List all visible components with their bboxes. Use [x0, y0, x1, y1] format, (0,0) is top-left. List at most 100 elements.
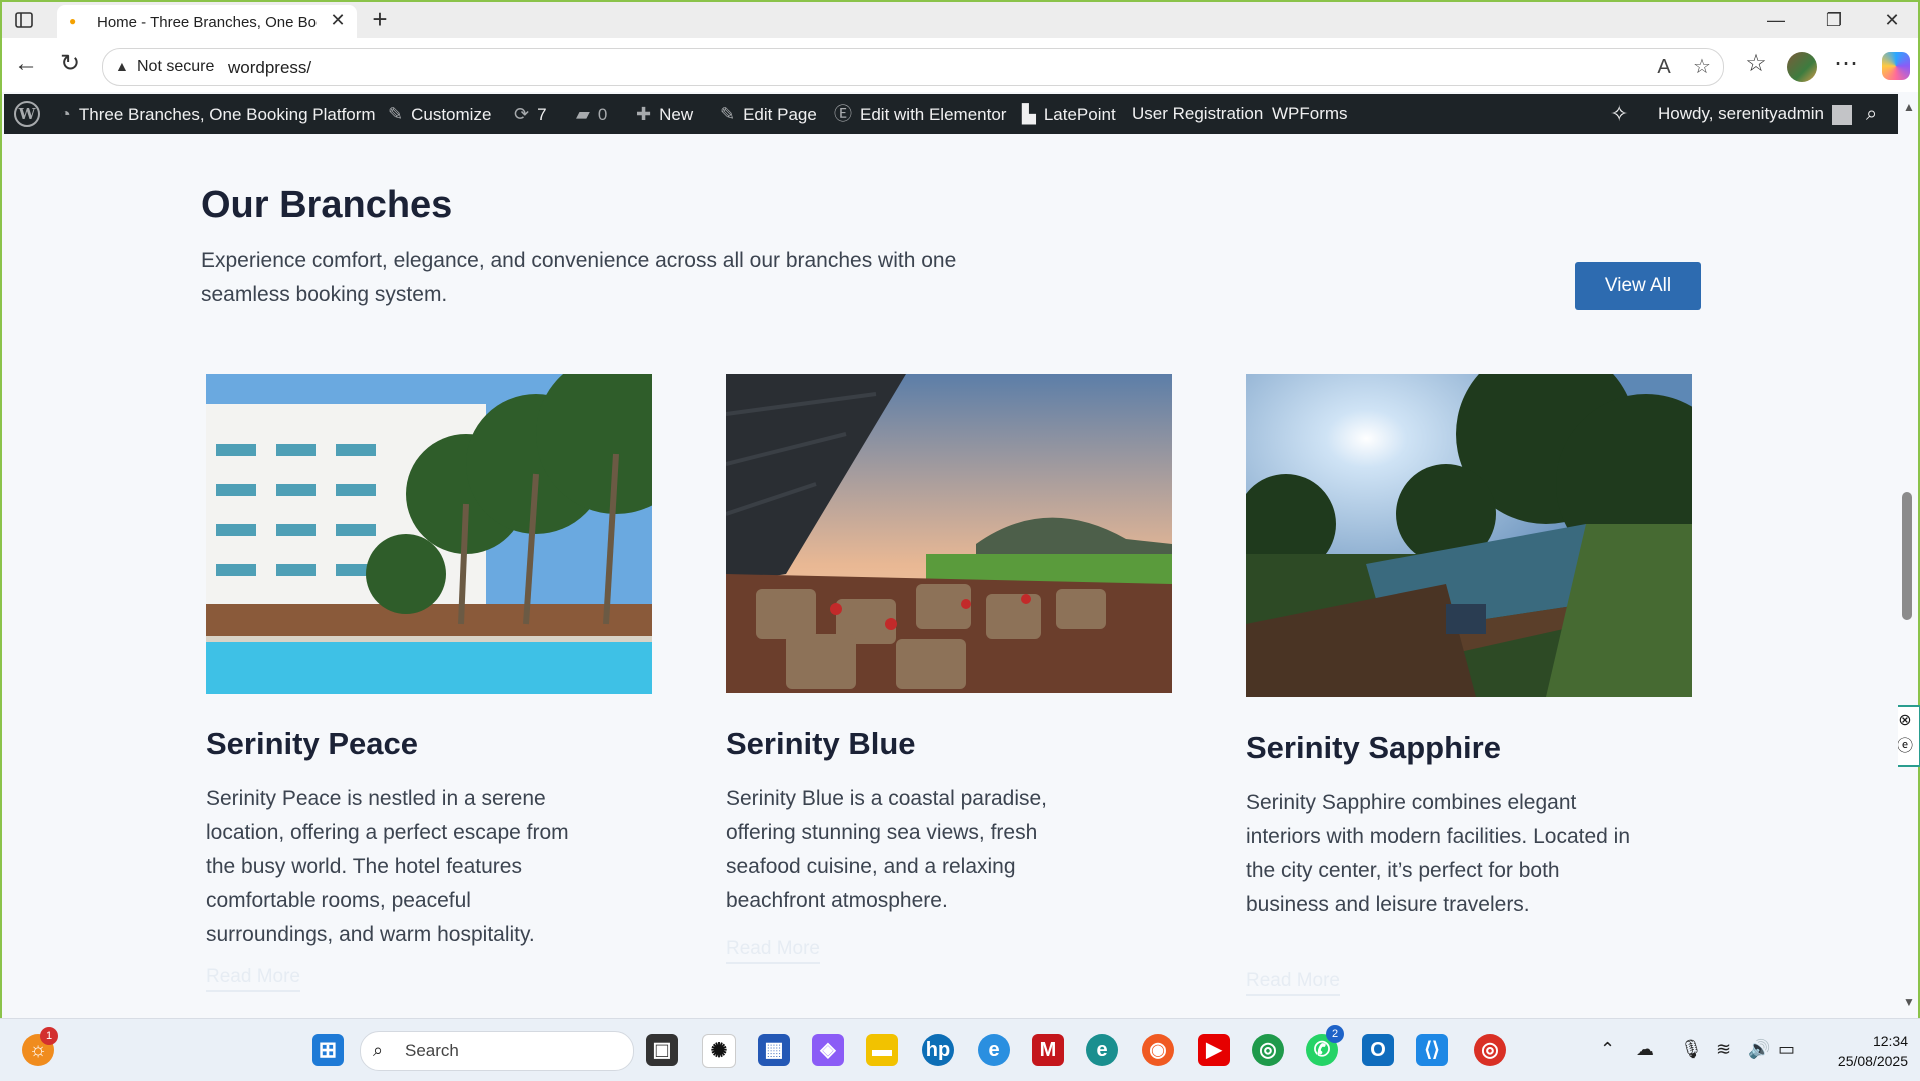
tab-close-icon[interactable]: ✕	[327, 9, 349, 31]
scrollbar-thumb[interactable]	[1902, 492, 1912, 620]
taskbar-clock[interactable]: 12:34 25/08/2025	[1808, 1031, 1908, 1071]
section-title: Our Branches	[201, 184, 453, 226]
hp-icon[interactable]: hp	[922, 1034, 954, 1066]
admin-search-icon[interactable]: ⌕	[1866, 94, 1877, 134]
tray-overflow-icon[interactable]: ⌃	[1600, 1039, 1615, 1060]
admin-wpforms[interactable]: WPForms	[1272, 94, 1348, 134]
branch-name: Serinity Peace	[206, 726, 418, 761]
windows-start-icon[interactable]: ⊞	[312, 1034, 344, 1066]
customize-label: Customize	[411, 105, 492, 124]
search-icon: ⌕	[373, 1040, 384, 1060]
chatgpt-icon[interactable]: ✺	[702, 1034, 736, 1068]
hotel-pool-palms-image	[206, 374, 652, 694]
more-icon[interactable]: ⋯	[1832, 50, 1860, 78]
restore-button[interactable]: ❐	[1822, 10, 1846, 30]
url-text[interactable]: wordpress/	[228, 58, 311, 78]
comments-count: 0	[597, 105, 608, 124]
copilot-app-icon[interactable]: ◈	[812, 1034, 844, 1066]
chrome-profile-icon[interactable]: ◎	[1474, 1034, 1506, 1066]
favorite-star-icon[interactable]: ☆	[1689, 54, 1715, 80]
microphone-icon[interactable]: 🎙	[1680, 1039, 1703, 1060]
plus-icon: ✚	[636, 104, 652, 124]
elementor-icon: Ⓔ	[834, 104, 852, 124]
browser-tab-active[interactable]: ● Home - Three Branches, One Boo ✕	[57, 5, 357, 39]
outlook-icon[interactable]: O	[1362, 1034, 1394, 1066]
ms-store-icon[interactable]: ▦	[758, 1034, 790, 1066]
mcafee-icon[interactable]: M	[1032, 1034, 1064, 1066]
refresh-icon[interactable]: ↻	[56, 50, 84, 78]
admin-site-name[interactable]: ◔ Three Branches, One Booking Platform	[60, 94, 376, 134]
scroll-down-arrow-icon[interactable]: ▼	[1903, 995, 1915, 1009]
vscode-icon[interactable]: ⟨⟩	[1416, 1034, 1448, 1066]
page-content: Our Branches Experience comfort, eleganc…	[4, 134, 1898, 1014]
new-tab-button[interactable]: +	[367, 6, 393, 33]
brush-icon: ✎	[388, 104, 404, 124]
profile-avatar[interactable]	[1787, 52, 1817, 82]
read-more-link[interactable]: Read More	[726, 938, 820, 964]
branch-card-sapphire: Serinity Sapphire Serinity Sapphire comb…	[1246, 374, 1692, 996]
branch-name: Serinity Blue	[726, 726, 916, 761]
task-view-icon[interactable]: ▣	[646, 1034, 678, 1066]
comment-icon: ▰	[576, 104, 590, 124]
updates-count: 7	[537, 105, 547, 124]
file-explorer-icon[interactable]: ▬	[866, 1034, 898, 1066]
wifi-icon[interactable]: ≋	[1716, 1039, 1731, 1060]
close-window-button[interactable]: ✕	[1880, 10, 1904, 30]
wordpress-logo-icon[interactable]: W	[14, 101, 40, 127]
battery-icon[interactable]: ▭	[1778, 1039, 1795, 1060]
notification-badge: 1	[40, 1027, 58, 1045]
terrace-restaurant-sunset-image	[726, 374, 1172, 693]
read-more-link[interactable]: Read More	[206, 966, 300, 992]
youtube-icon[interactable]: ▶	[1198, 1034, 1230, 1066]
address-bar[interactable]: ▲ Not secure wordpress/ A ☆	[102, 48, 1724, 86]
chrome-icon[interactable]: ◎	[1252, 1034, 1284, 1066]
branch-card-blue: Serinity Blue Serinity Blue is a coastal…	[726, 374, 1172, 964]
tab-bar: ● Home - Three Branches, One Boo ✕ + — ❐…	[2, 2, 1918, 39]
admin-customize[interactable]: ✎ Customize	[388, 94, 491, 134]
read-aloud-icon[interactable]: A	[1651, 54, 1677, 80]
view-all-button[interactable]: View All	[1575, 262, 1701, 310]
security-label[interactable]: Not secure	[137, 58, 214, 76]
updates-icon: ⟳	[514, 104, 530, 124]
scroll-up-arrow-icon[interactable]: ▲	[1903, 100, 1915, 114]
edge-icon[interactable]: e	[1086, 1034, 1118, 1066]
admin-edit-elementor[interactable]: Ⓔ Edit with Elementor	[834, 94, 1006, 134]
branch-description: Serinity Peace is nestled in a serene lo…	[206, 787, 569, 946]
volume-icon[interactable]: 🔊	[1748, 1039, 1770, 1060]
latepoint-icon: ▙	[1022, 104, 1036, 124]
search-label: Search	[405, 1041, 459, 1060]
admin-updates[interactable]: ⟳ 7	[514, 94, 547, 134]
dashboard-icon: ◔	[60, 104, 71, 124]
admin-latepoint[interactable]: ▙ LatePoint	[1022, 94, 1116, 134]
infinity-pool-forest-image	[1246, 374, 1692, 697]
edge-dev-icon[interactable]: e	[978, 1034, 1010, 1066]
admin-new[interactable]: ✚ New	[636, 94, 693, 134]
minimize-button[interactable]: —	[1764, 10, 1788, 30]
taskbar-search-box[interactable]: ⌕ Search	[360, 1031, 634, 1071]
onedrive-icon[interactable]: ☁	[1636, 1039, 1654, 1060]
user-avatar	[1831, 104, 1852, 125]
sidebar-icon[interactable]	[14, 10, 34, 30]
latepoint-label: LatePoint	[1043, 105, 1116, 124]
admin-edit-page[interactable]: ✎ Edit Page	[720, 94, 817, 134]
pencil-icon: ✎	[720, 104, 736, 124]
admin-comments[interactable]: ▰ 0	[576, 94, 607, 134]
clock-date: 25/08/2025	[1837, 1053, 1908, 1069]
back-icon[interactable]: ←	[12, 50, 40, 78]
admin-howdy[interactable]: Howdy, serenityadmin	[1658, 94, 1852, 134]
read-more-link[interactable]: Read More	[1246, 970, 1340, 996]
favorites-icon[interactable]: ☆	[1742, 50, 1770, 78]
copilot-icon[interactable]	[1882, 52, 1910, 80]
branch-name: Serinity Sapphire	[1246, 730, 1501, 765]
firefox-icon[interactable]: ◉	[1142, 1034, 1174, 1066]
user-registration-label: User Registration	[1132, 104, 1264, 123]
howdy-label: Howdy, serenityadmin	[1658, 104, 1824, 123]
whatsapp-badge: 2	[1326, 1025, 1344, 1043]
ai-sparkle-icon[interactable]: ✧	[1610, 94, 1628, 134]
section-description: Experience comfort, elegance, and conven…	[201, 249, 957, 306]
wp-admin-bar: W ◔ Three Branches, One Booking Platform …	[4, 94, 1898, 134]
site-name-label: Three Branches, One Booking Platform	[78, 105, 376, 124]
address-bar-row: ← ↻ ▲ Not secure wordpress/ A ☆ ☆ ⋯	[2, 38, 1918, 92]
admin-user-registration[interactable]: User Registration	[1132, 94, 1263, 134]
windows-taskbar: ☼ 1 ⊞ ⌕ Search ▣ ✺ ▦ ◈ ▬ hp e M e ◉ ▶ ◎ …	[0, 1018, 1920, 1081]
